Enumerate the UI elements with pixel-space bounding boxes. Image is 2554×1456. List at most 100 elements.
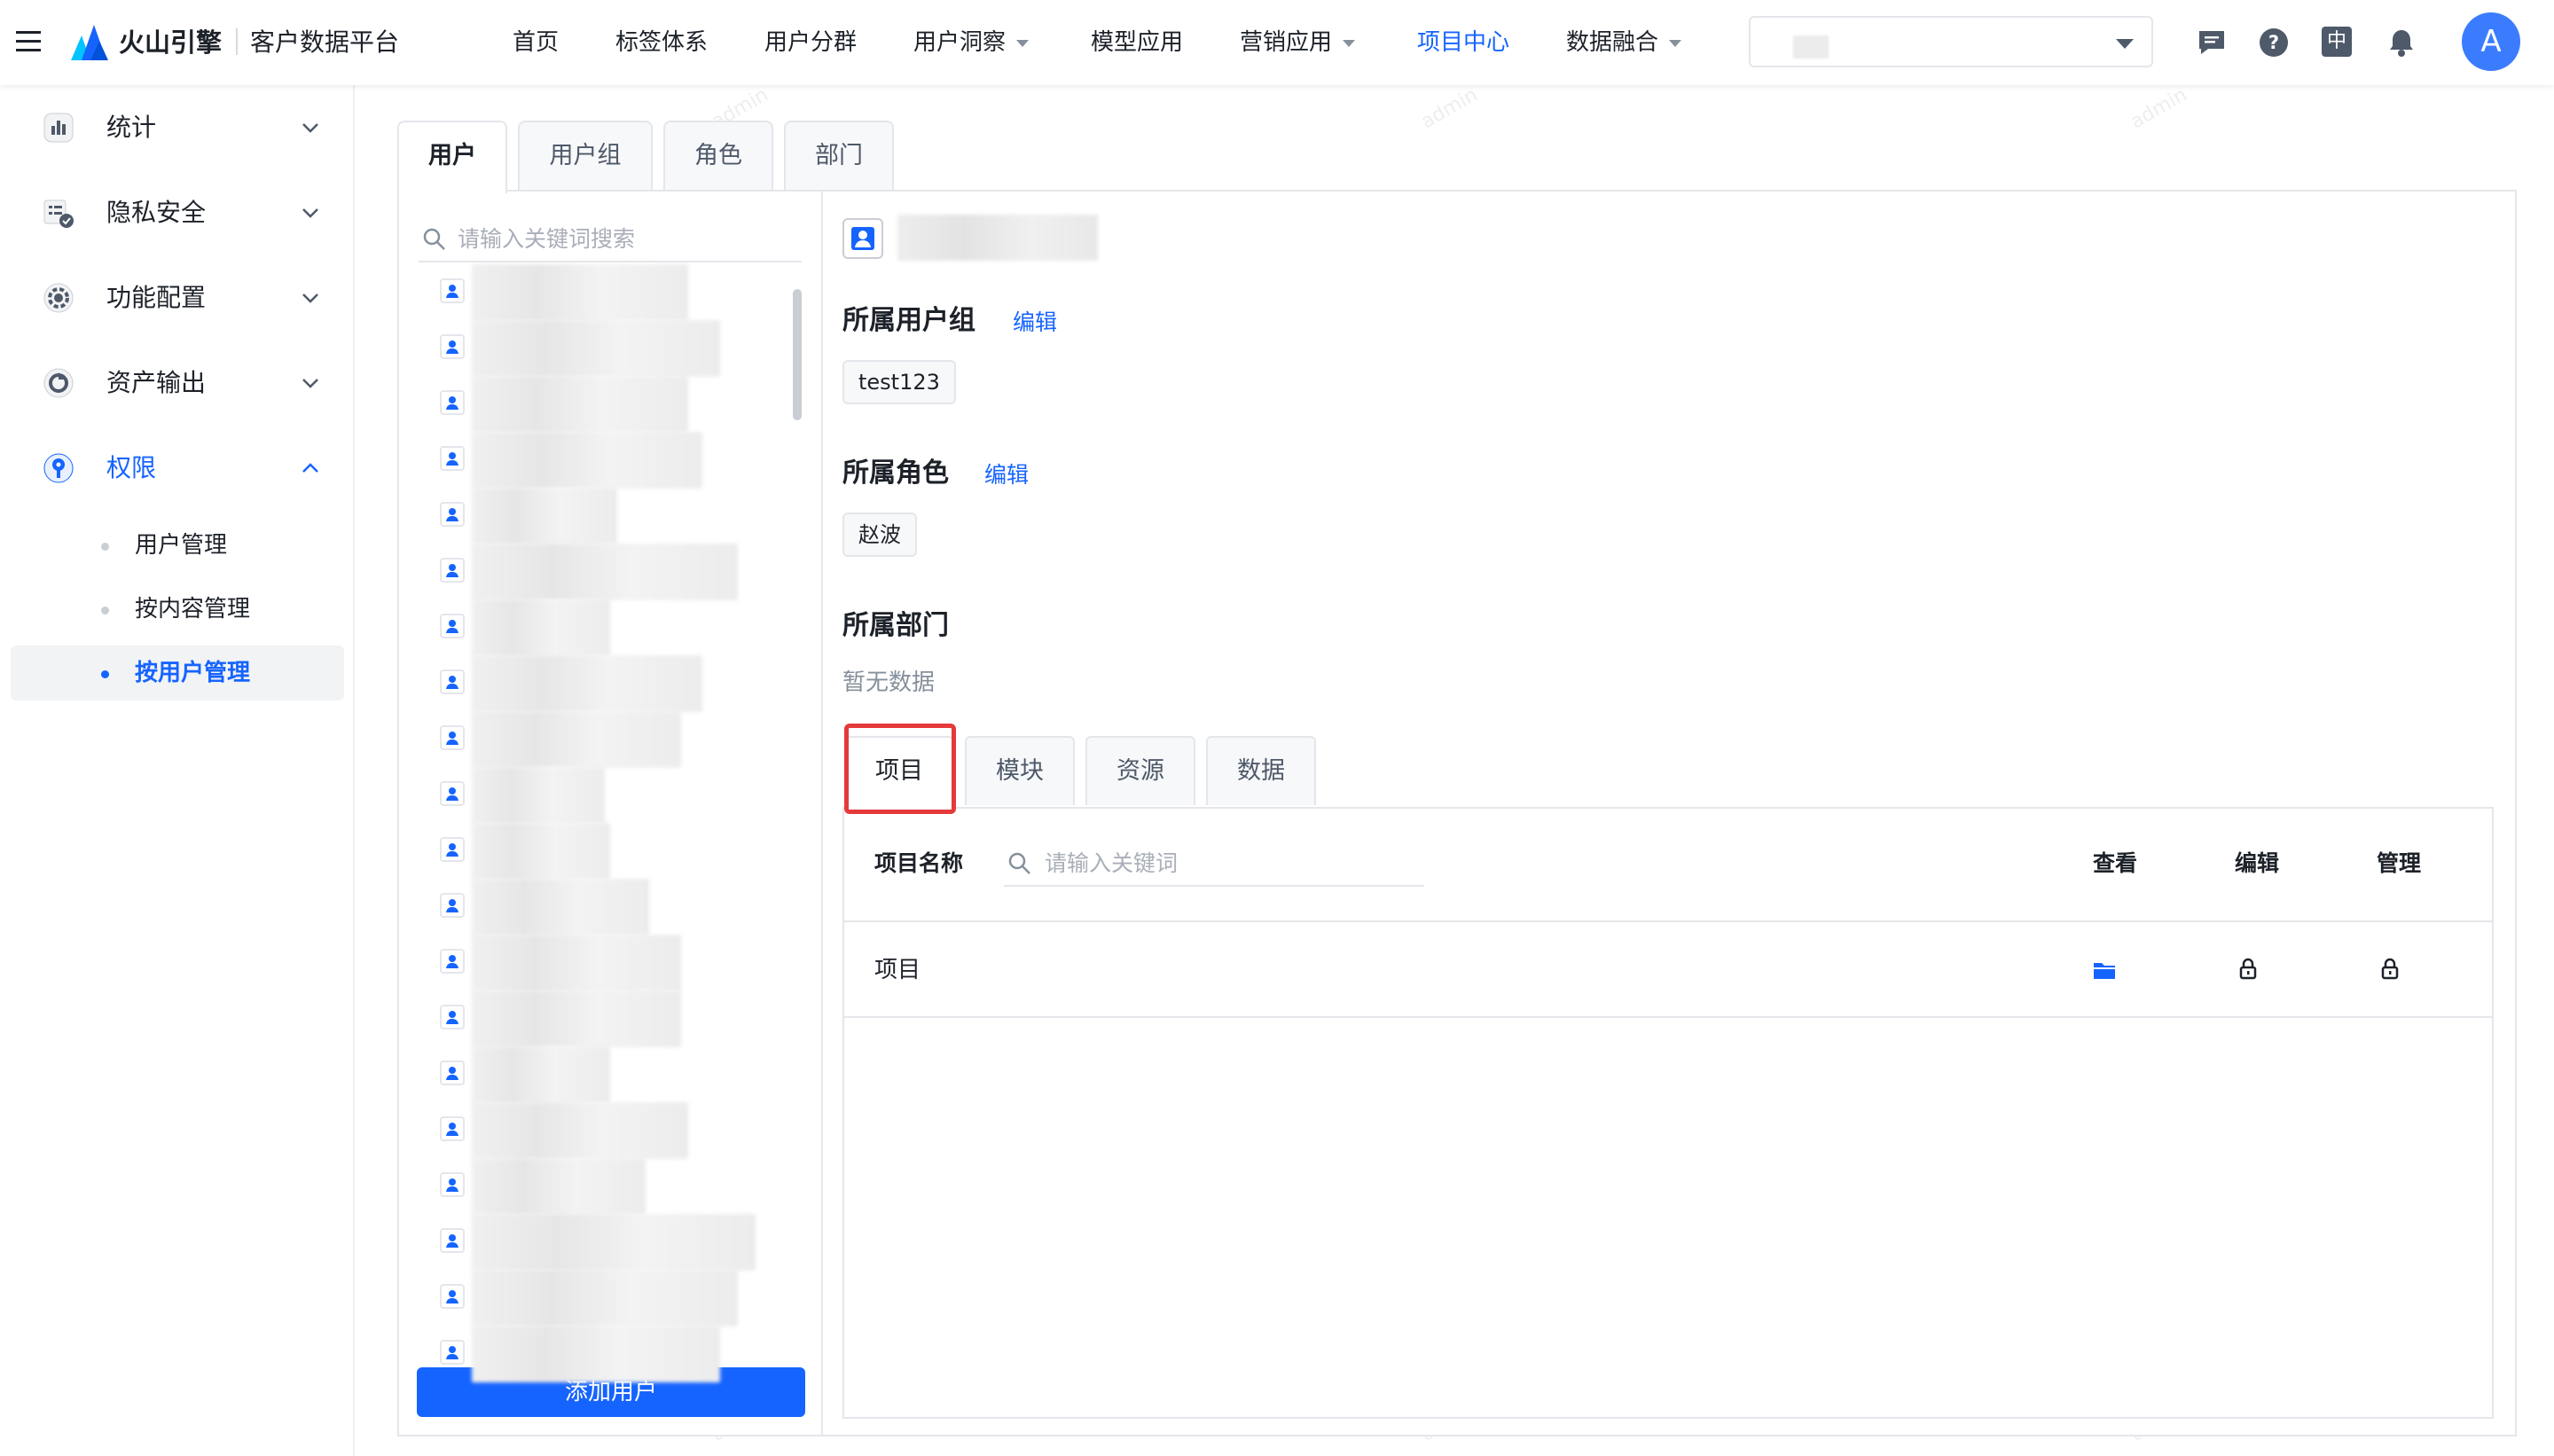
user-list-item[interactable] [440, 488, 803, 544]
user-list-item[interactable] [440, 599, 803, 656]
user-list-item[interactable] [440, 655, 803, 712]
sidebar-subitem-user-management[interactable]: 用户管理 [11, 518, 344, 573]
nav-project-center[interactable]: 项目中心 [1417, 25, 1509, 60]
lock-icon[interactable] [2238, 958, 2258, 981]
table-header: 项目名称 请输入关键词 查看 编辑 管理 [844, 809, 2492, 922]
user-icon [440, 949, 465, 974]
tab-departments[interactable]: 部门 [784, 121, 894, 190]
chevron-down-icon [2116, 39, 2134, 49]
sidebar: 统计 隐私安全 功能配置 资产输出 权限 用户管理 按内容管理 按用户管理 [0, 85, 355, 1456]
nav-user-segmentation[interactable]: 用户分群 [764, 25, 857, 60]
project-search-input[interactable]: 请输入关键词 [1004, 841, 1424, 887]
brand-name: 火山引擎 [119, 27, 223, 58]
nav-model-app[interactable]: 模型应用 [1091, 25, 1183, 60]
user-name-redacted [472, 432, 702, 489]
role-tag: 赵波 [842, 513, 917, 557]
avatar[interactable]: A [2462, 12, 2520, 71]
user-list-item[interactable] [440, 432, 803, 489]
product-name: 客户数据平台 [250, 27, 400, 57]
lock-icon[interactable] [2380, 958, 2400, 981]
tab-users[interactable]: 用户 [397, 121, 507, 193]
volcano-logo-icon [69, 21, 110, 62]
language-icon[interactable]: 中 [2322, 27, 2354, 59]
user-list-item[interactable] [440, 264, 803, 321]
menu-icon[interactable] [16, 30, 43, 53]
user-list-item[interactable] [440, 1270, 803, 1327]
subtab-data[interactable]: 数据 [1206, 736, 1316, 805]
user-name-redacted [472, 1270, 738, 1327]
user-list-item[interactable] [440, 376, 803, 433]
user-list-item[interactable] [440, 1326, 803, 1382]
user-list-item[interactable] [440, 1102, 803, 1159]
bell-icon[interactable] [2386, 27, 2417, 59]
permission-table: 项目名称 请输入关键词 查看 编辑 管理 项目 [842, 807, 2494, 1419]
role-section-title: 所属角色 [842, 458, 949, 489]
shield-list-icon [43, 197, 74, 229]
folder-icon[interactable] [2093, 959, 2116, 981]
help-icon[interactable]: ? [2258, 27, 2290, 59]
user-name-redacted [472, 599, 610, 656]
edit-role-link[interactable]: 编辑 [984, 458, 1029, 493]
user-icon [440, 1172, 465, 1197]
search-icon [1007, 851, 1032, 876]
user-search-placeholder: 请输入关键词搜索 [458, 226, 636, 252]
user-list-item[interactable] [440, 879, 803, 935]
column-header-manage: 管理 [2377, 850, 2422, 876]
tab-roles[interactable]: 角色 [663, 121, 773, 190]
message-icon[interactable] [2196, 27, 2228, 59]
user-list-item[interactable] [440, 767, 803, 824]
sidebar-subitem-content-management[interactable]: 按内容管理 [11, 582, 344, 637]
chevron-down-icon [300, 117, 321, 138]
user-list-item[interactable] [440, 823, 803, 880]
sidebar-item-privacy[interactable]: 隐私安全 [0, 186, 355, 239]
user-list-item[interactable] [440, 935, 803, 991]
user-list-item[interactable] [440, 1046, 803, 1103]
brand-divider [236, 28, 238, 55]
tab-user-groups[interactable]: 用户组 [518, 121, 653, 190]
user-name-redacted [472, 264, 688, 321]
nav-home[interactable]: 首页 [513, 25, 559, 60]
user-list-item[interactable] [440, 1158, 803, 1215]
user-group-tag: test123 [842, 360, 956, 404]
user-icon [440, 1116, 465, 1141]
project-select[interactable] [1749, 16, 2153, 67]
sidebar-item-statistics[interactable]: 统计 [0, 101, 355, 154]
user-icon [440, 390, 465, 415]
nav-user-insight[interactable]: 用户洞察 [913, 25, 1030, 60]
user-icon [440, 893, 465, 918]
nav-tag-system[interactable]: 标签体系 [615, 25, 708, 60]
key-icon [43, 452, 74, 484]
edit-user-group-link[interactable]: 编辑 [1013, 305, 1057, 341]
sidebar-subitem-by-user-management[interactable]: 按用户管理 [11, 646, 344, 701]
user-icon [440, 781, 465, 806]
user-name-redacted [472, 1214, 756, 1271]
chevron-down-icon [300, 372, 321, 394]
sidebar-item-permissions[interactable]: 权限 [0, 442, 355, 495]
user-list-item[interactable] [440, 1214, 803, 1271]
subtab-modules[interactable]: 模块 [965, 736, 1075, 805]
user-name-redacted [472, 655, 702, 712]
chevron-down-icon [300, 287, 321, 309]
user-list-item[interactable] [440, 544, 803, 600]
nav-data-fusion[interactable]: 数据融合 [1566, 25, 1682, 60]
chevron-down-icon [1016, 39, 1030, 47]
nav-marketing-app[interactable]: 营销应用 [1240, 25, 1356, 60]
sidebar-item-asset-output[interactable]: 资产输出 [0, 356, 355, 410]
user-name-redacted [472, 879, 649, 935]
chevron-up-icon [300, 458, 321, 479]
user-name-redacted [472, 1158, 646, 1215]
sidebar-item-feature-config[interactable]: 功能配置 [0, 271, 355, 325]
user-list-item[interactable] [440, 990, 803, 1047]
user-search-input[interactable]: 请输入关键词搜索 [419, 216, 802, 262]
column-header-edit: 编辑 [2235, 850, 2280, 876]
user-list-item[interactable] [440, 711, 803, 768]
user-name-redacted [472, 990, 681, 1047]
user-icon [440, 837, 465, 862]
user-icon [440, 1228, 465, 1253]
user-name-redacted [472, 544, 738, 600]
chevron-down-icon [300, 202, 321, 223]
user-icon [440, 614, 465, 638]
subtab-resources[interactable]: 资源 [1085, 736, 1195, 805]
top-navigation-bar: 火山引擎 客户数据平台 首页 标签体系 用户分群 用户洞察 模型应用 营销应用 … [0, 0, 2554, 85]
user-list-item[interactable] [440, 320, 803, 377]
